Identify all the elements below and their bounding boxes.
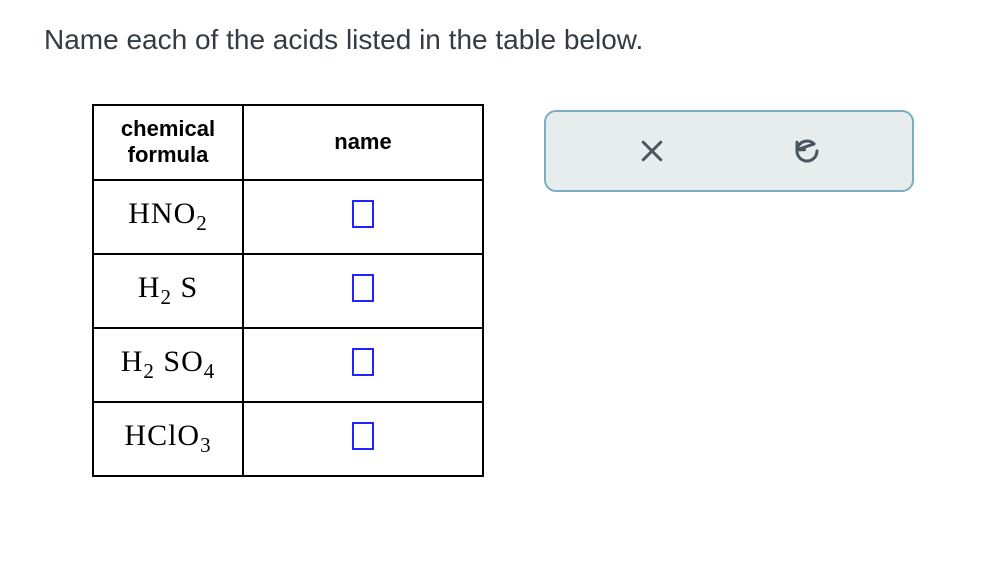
clear-button[interactable]	[628, 127, 676, 175]
answer-input[interactable]	[352, 274, 374, 302]
formula-text: HNO2	[128, 197, 208, 230]
reset-button[interactable]	[783, 127, 831, 175]
table-row: H2 S	[93, 254, 483, 328]
formula-cell: H2 S	[93, 254, 243, 328]
name-cell	[243, 254, 483, 328]
table-row: HClO3	[93, 402, 483, 476]
question-text: Name each of the acids listed in the tab…	[44, 24, 952, 56]
acids-table: chemical formula name HNO2 H2 S	[92, 104, 484, 477]
formula-text: HClO3	[124, 419, 211, 452]
table-header-name: name	[243, 105, 483, 180]
answer-input[interactable]	[352, 348, 374, 376]
action-panel	[544, 110, 914, 192]
formula-cell: H2 SO4	[93, 328, 243, 402]
formula-text: H2 SO4	[121, 345, 216, 378]
name-cell	[243, 402, 483, 476]
content-row: chemical formula name HNO2 H2 S	[44, 104, 952, 477]
answer-input[interactable]	[352, 422, 374, 450]
table-header-formula: chemical formula	[93, 105, 243, 180]
table-row: H2 SO4	[93, 328, 483, 402]
name-cell	[243, 328, 483, 402]
table-row: HNO2	[93, 180, 483, 254]
answer-input[interactable]	[352, 200, 374, 228]
name-cell	[243, 180, 483, 254]
formula-text: H2 S	[138, 271, 198, 304]
undo-icon	[792, 136, 822, 166]
formula-cell: HNO2	[93, 180, 243, 254]
x-icon	[637, 136, 667, 166]
header-formula-line1: chemical formula	[121, 116, 215, 167]
formula-cell: HClO3	[93, 402, 243, 476]
